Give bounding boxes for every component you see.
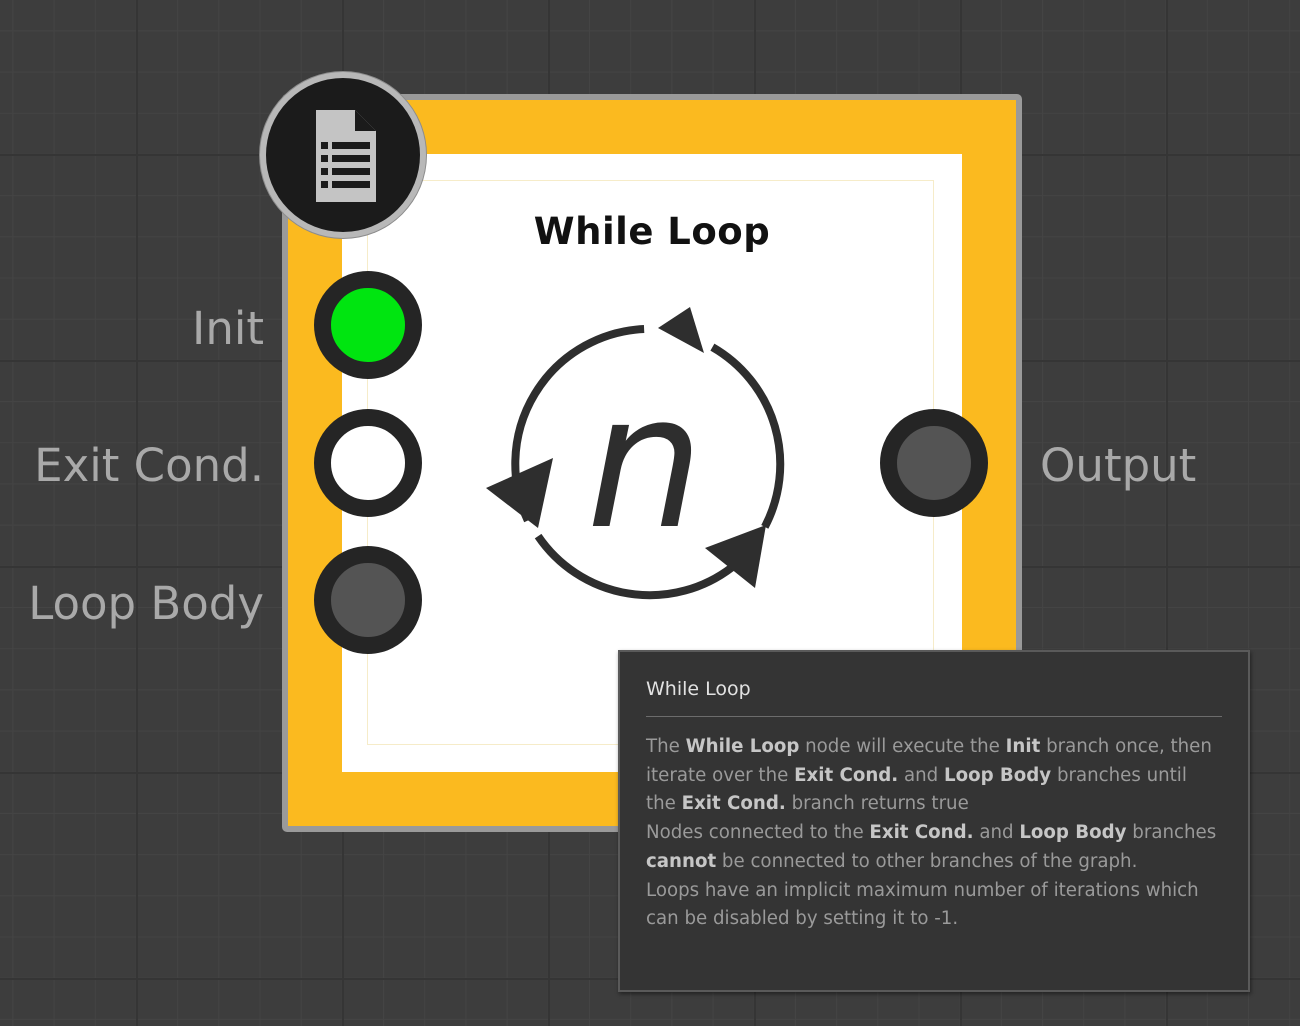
loop-body-port-label: Loop Body <box>28 577 264 630</box>
tooltip-text: and <box>898 764 944 786</box>
tooltip-text: be connected to other branches of the gr… <box>716 850 1138 872</box>
loop-body-port[interactable] <box>314 546 422 654</box>
tooltip-text: and <box>973 822 1020 844</box>
tooltip-bold: cannot <box>646 850 717 872</box>
exit-cond-port-label: Exit Cond. <box>34 439 264 492</box>
tooltip-bold: Exit Cond. <box>869 822 974 844</box>
tooltip-text: Nodes connected to the <box>646 822 870 844</box>
tooltip-paragraph: The While Loop node will execute the Ini… <box>646 733 1222 819</box>
graph-canvas[interactable]: While Loop n Init Exit Cond. Loop Body O… <box>0 0 1300 1026</box>
tooltip-text: node will execute the <box>799 736 1006 757</box>
loop-n-glyph: n <box>586 354 703 570</box>
exit-cond-port[interactable] <box>314 409 422 517</box>
tooltip-bold: While Loop <box>685 736 800 757</box>
tooltip-bold: Loop Body <box>1019 822 1127 844</box>
document-list-icon[interactable] <box>260 72 426 238</box>
node-tooltip: While Loop The While Loop node will exec… <box>618 650 1250 992</box>
tooltip-bold: Exit Cond. <box>794 764 899 786</box>
loop-n-icon: n <box>486 307 785 600</box>
tooltip-paragraph: Nodes connected to the Exit Cond. and Lo… <box>646 819 1222 876</box>
output-port[interactable] <box>880 409 988 517</box>
tooltip-bold: Exit Cond. <box>681 793 786 815</box>
tooltip-text: The <box>646 736 686 757</box>
tooltip-title: While Loop <box>646 678 1222 717</box>
tooltip-text: branches <box>1126 822 1217 844</box>
tooltip-paragraph: Loops have an implicit maximum number of… <box>646 879 1199 930</box>
node-title: While Loop <box>533 210 771 253</box>
tooltip-text: branch returns true <box>785 793 969 815</box>
tooltip-description: The While Loop node will execute the Ini… <box>646 733 1222 934</box>
output-port-label: Output <box>1040 439 1197 492</box>
init-port[interactable] <box>314 271 422 379</box>
tooltip-bold: Loop Body <box>944 764 1052 786</box>
init-port-label: Init <box>192 302 264 355</box>
tooltip-bold: Init <box>1005 736 1041 757</box>
